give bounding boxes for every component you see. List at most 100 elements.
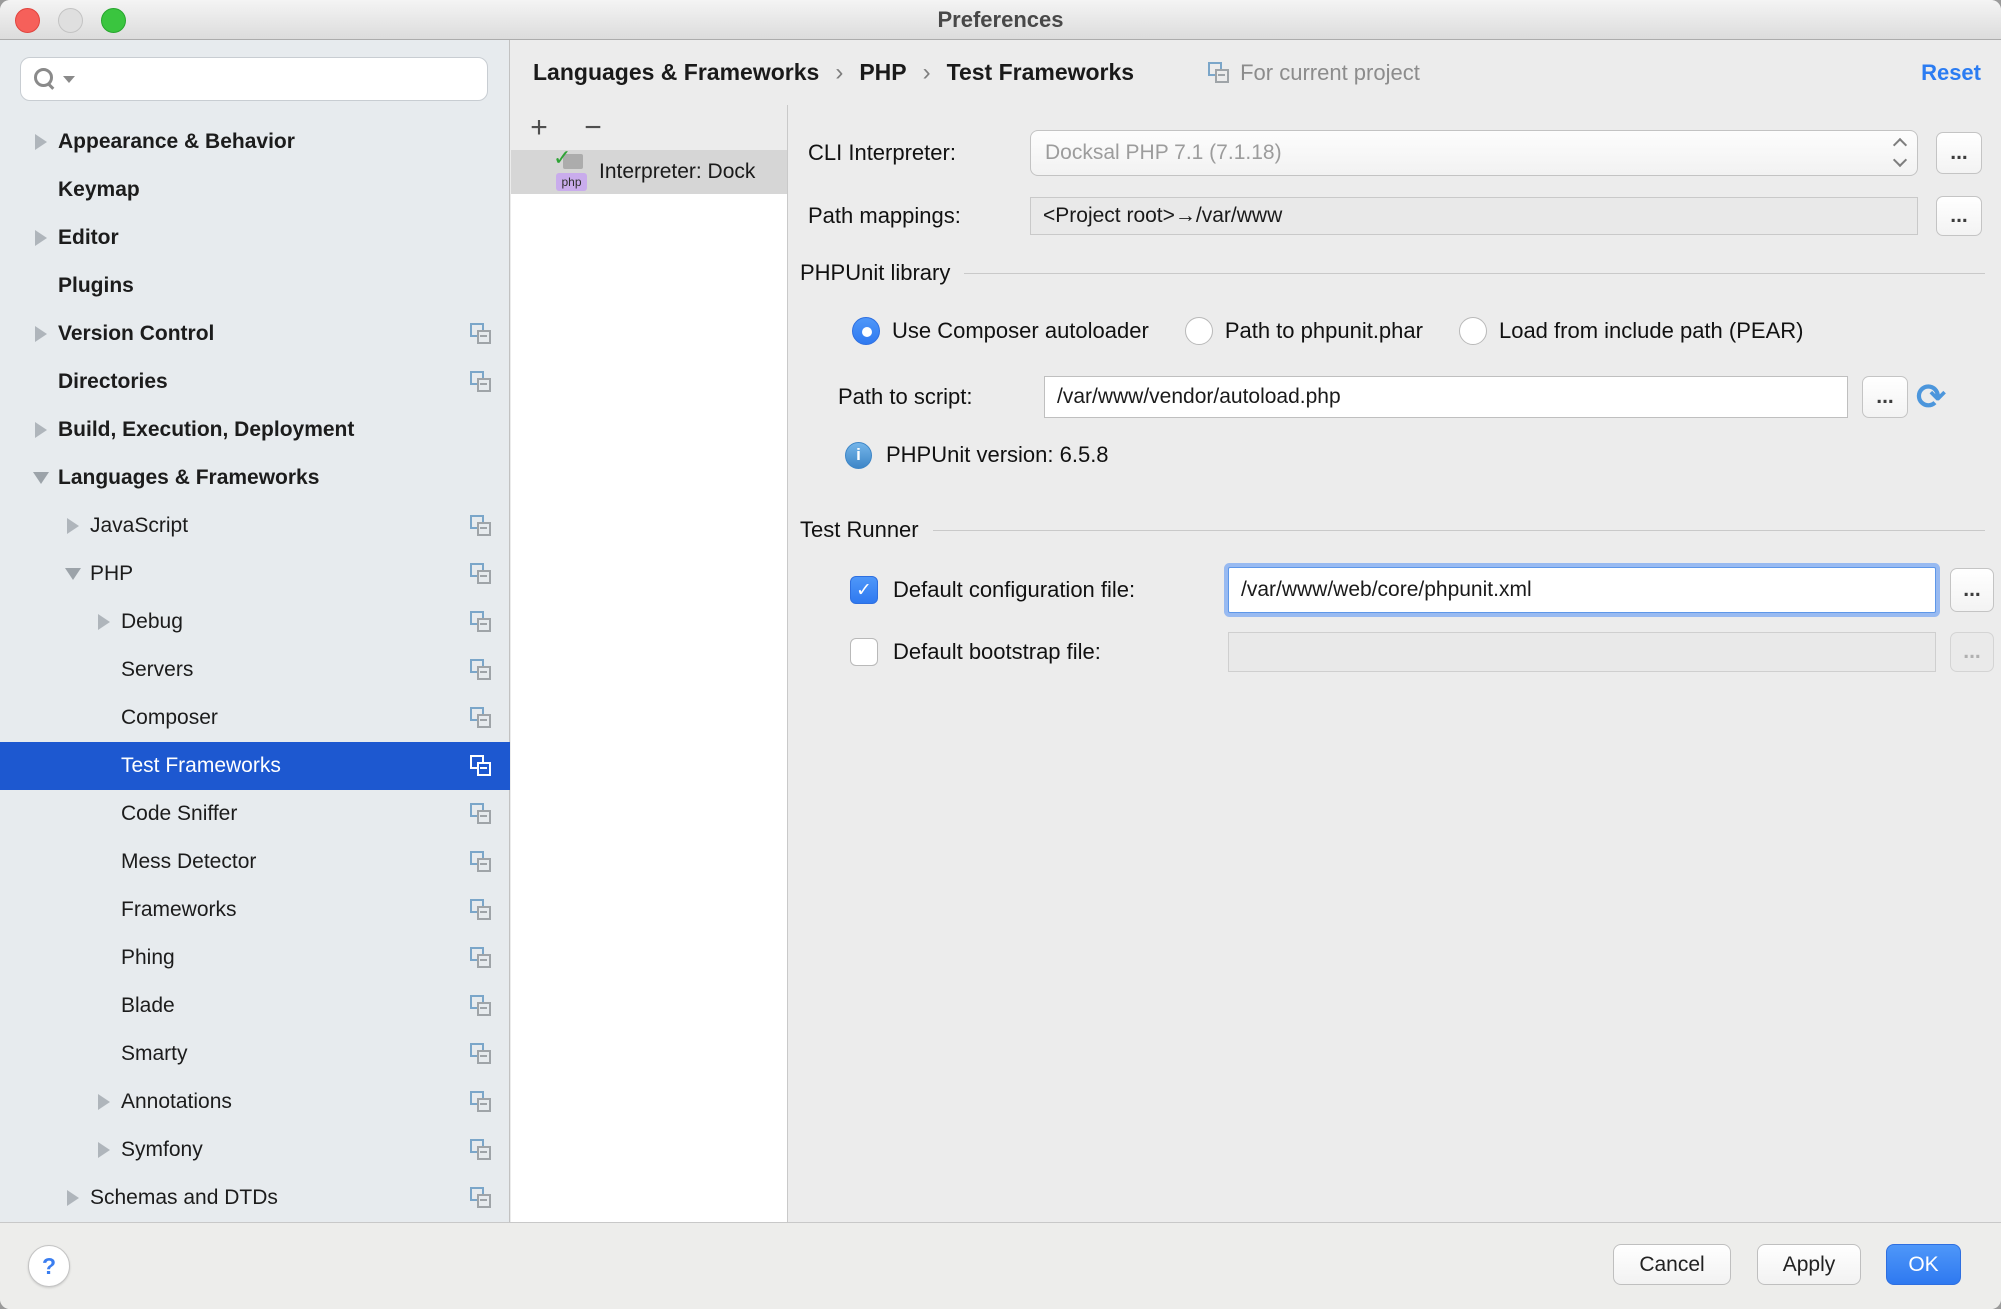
sidebar-item-label: Editor (58, 226, 119, 250)
sidebar-item-label: Build, Execution, Deployment (58, 418, 354, 442)
sidebar-item-test-frameworks[interactable]: Test Frameworks (0, 742, 510, 790)
radio-selected-icon[interactable] (852, 317, 880, 345)
path-mappings-field[interactable]: <Project root>→/var/www (1030, 197, 1918, 235)
current-project-icon (468, 513, 494, 539)
sidebar-item-code-sniffer[interactable]: Code Sniffer (0, 790, 510, 838)
default-bootstrap-checkbox[interactable] (850, 638, 878, 666)
apply-button[interactable]: Apply (1757, 1244, 1861, 1285)
collapse-arrow-icon[interactable] (24, 472, 58, 484)
sidebar-item-languages-frameworks[interactable]: Languages & Frameworks (0, 454, 510, 502)
sidebar-item-symfony[interactable]: Symfony (0, 1126, 510, 1174)
sidebar-item-editor[interactable]: Editor (0, 214, 510, 262)
sidebar-item-annotations[interactable]: Annotations (0, 1078, 510, 1126)
sidebar-item-label: Test Frameworks (121, 754, 281, 778)
current-project-icon (468, 801, 494, 827)
phpunit-library-title: PHPUnit library (800, 260, 950, 286)
expand-arrow-icon[interactable] (56, 518, 90, 534)
sidebar-item-label: Debug (121, 610, 183, 634)
sidebar-item-version-control[interactable]: Version Control (0, 310, 510, 358)
current-project-icon (468, 1185, 494, 1211)
sidebar-item-mess-detector[interactable]: Mess Detector (0, 838, 510, 886)
close-window-button[interactable] (15, 8, 40, 33)
current-project-icon (468, 1137, 494, 1163)
cli-interpreter-browse-button[interactable]: ... (1936, 132, 1982, 174)
radio-unselected-icon[interactable] (1459, 317, 1487, 345)
sidebar-item-label: Directories (58, 370, 168, 394)
sidebar-item-label: Phing (121, 946, 175, 970)
phpunit-library-section-header: PHPUnit library (788, 258, 2001, 288)
expand-arrow-icon[interactable] (24, 230, 58, 246)
cli-interpreter-select[interactable]: Docksal PHP 7.1 (7.1.18) (1030, 130, 1918, 176)
default-bootstrap-label: Default bootstrap file: (893, 639, 1101, 665)
breadcrumb-item[interactable]: Test Frameworks (947, 59, 1134, 86)
sidebar-item-keymap[interactable]: Keymap (0, 166, 510, 214)
sidebar-item-composer[interactable]: Composer (0, 694, 510, 742)
dialog-footer: ? Cancel Apply OK (0, 1222, 2001, 1309)
settings-search-input[interactable] (20, 57, 488, 101)
current-project-icon (468, 561, 494, 587)
zoom-window-button[interactable] (101, 8, 126, 33)
expand-arrow-icon[interactable] (24, 422, 58, 438)
path-to-script-row: Path to script: /var/www/vendor/autoload… (788, 376, 2001, 418)
sidebar-item-build-execution-deployment[interactable]: Build, Execution, Deployment (0, 406, 510, 454)
radio-option-load-from-include-path-pear[interactable]: Load from include path (PEAR) (1459, 317, 1804, 345)
radio-option-path-to-phpunit-phar[interactable]: Path to phpunit.phar (1185, 317, 1423, 345)
expand-arrow-icon[interactable] (87, 1142, 121, 1158)
current-project-icon (468, 1089, 494, 1115)
sidebar-item-label: Frameworks (121, 898, 237, 922)
sidebar-item-phing[interactable]: Phing (0, 934, 510, 982)
sidebar-item-label: Schemas and DTDs (90, 1186, 278, 1210)
sidebar-item-label: Appearance & Behavior (58, 130, 295, 154)
sidebar-item-plugins[interactable]: Plugins (0, 262, 510, 310)
window-title: Preferences (938, 7, 1064, 33)
expand-arrow-icon[interactable] (56, 1190, 90, 1206)
traffic-lights (0, 0, 126, 40)
help-button[interactable]: ? (28, 1245, 70, 1287)
sidebar-item-servers[interactable]: Servers (0, 646, 510, 694)
expand-arrow-icon[interactable] (87, 614, 121, 630)
expand-arrow-icon[interactable] (24, 326, 58, 342)
cancel-button[interactable]: Cancel (1613, 1244, 1731, 1285)
radio-option-use-composer-autoloader[interactable]: Use Composer autoloader (852, 317, 1149, 345)
expand-arrow-icon[interactable] (24, 134, 58, 150)
sidebar-item-blade[interactable]: Blade (0, 982, 510, 1030)
sidebar-item-debug[interactable]: Debug (0, 598, 510, 646)
settings-tree: Appearance & Behavior Keymap Editor Plugins… (0, 118, 510, 1222)
path-to-script-browse-button[interactable]: ... (1862, 376, 1908, 418)
breadcrumb-item[interactable]: PHP (859, 59, 906, 86)
sidebar-item-frameworks[interactable]: Frameworks (0, 886, 510, 934)
path-mappings-browse-button[interactable]: ... (1936, 196, 1982, 236)
cli-interpreter-row: CLI Interpreter: Docksal PHP 7.1 (7.1.18… (788, 130, 2001, 176)
test-runner-section-header: Test Runner (788, 515, 2001, 545)
expand-arrow-icon[interactable] (87, 1094, 121, 1110)
default-configuration-input[interactable] (1228, 567, 1936, 613)
radio-unselected-icon[interactable] (1185, 317, 1213, 345)
collapse-arrow-icon[interactable] (56, 568, 90, 580)
ok-button[interactable]: OK (1886, 1244, 1961, 1285)
scope-indicator: For current project (1170, 60, 1420, 86)
radio-option-label: Path to phpunit.phar (1225, 318, 1423, 344)
default-configuration-browse-button[interactable]: ... (1950, 568, 1994, 612)
search-icon (33, 67, 57, 91)
sidebar-item-php[interactable]: PHP (0, 550, 510, 598)
sidebar-item-directories[interactable]: Directories (0, 358, 510, 406)
search-options-caret-icon[interactable] (63, 76, 75, 83)
current-project-icon (468, 753, 494, 779)
path-to-script-field[interactable]: /var/www/vendor/autoload.php (1044, 376, 1848, 418)
reload-version-icon[interactable]: ⟳ (1916, 379, 1946, 415)
sidebar-item-smarty[interactable]: Smarty (0, 1030, 510, 1078)
sidebar-item-schemas-and-dtds[interactable]: Schemas and DTDs (0, 1174, 510, 1222)
sidebar-item-appearance-behavior[interactable]: Appearance & Behavior (0, 118, 510, 166)
add-interpreter-button[interactable]: + (523, 113, 555, 143)
sidebar-item-javascript[interactable]: JavaScript (0, 502, 510, 550)
minimize-window-button[interactable] (58, 8, 83, 33)
breadcrumb-item[interactable]: Languages & Frameworks (533, 59, 819, 86)
breadcrumb-separator-icon: › (923, 59, 931, 87)
interpreter-list-item[interactable]: ✓ php Interpreter: Dock (511, 150, 787, 194)
php-interpreter-icon: ✓ php (551, 152, 589, 192)
remove-interpreter-button[interactable]: − (577, 113, 609, 143)
sidebar-item-label: Annotations (121, 1090, 232, 1114)
current-project-icon (468, 849, 494, 875)
default-configuration-checkbox[interactable]: ✓ (850, 576, 878, 604)
reset-link[interactable]: Reset (1921, 60, 1981, 86)
